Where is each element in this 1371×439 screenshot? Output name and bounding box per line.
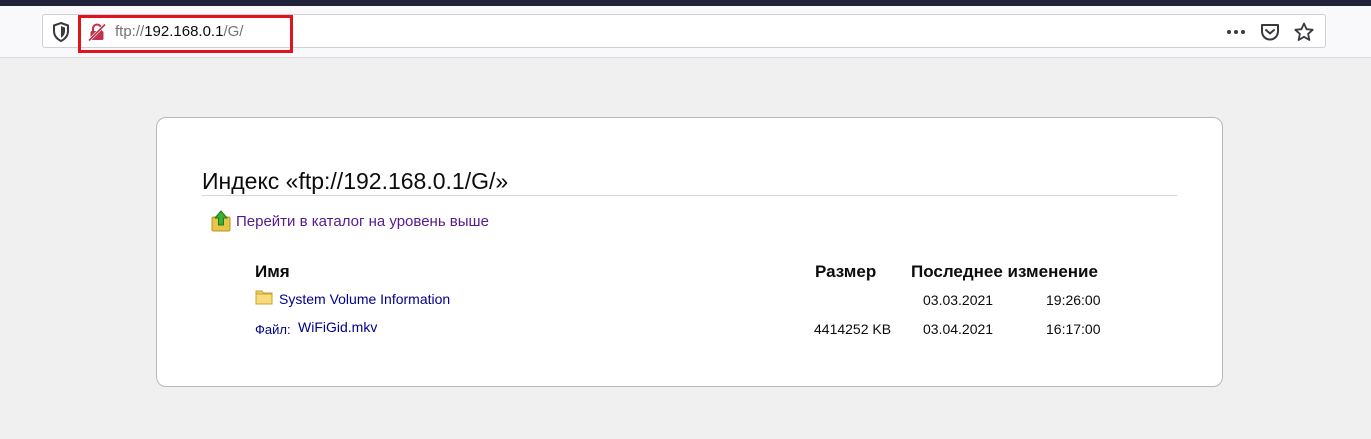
row-date: 03.03.2021 (923, 292, 994, 308)
title-divider (202, 195, 1177, 196)
url-host: 192.168.0.1 (144, 23, 224, 40)
row-file-prefix: Файл: (255, 322, 291, 337)
page-title: Индекс «ftp://192.168.0.1/G/» (202, 168, 509, 194)
row-name-link[interactable]: System Volume Information (279, 291, 450, 307)
column-header-name[interactable]: Имя (255, 262, 290, 282)
row-date: 03.04.2021 (923, 321, 994, 337)
row-size: 4414252 KB (814, 321, 892, 337)
up-directory-icon (211, 210, 231, 232)
tracking-protection-shield-icon[interactable] (52, 21, 70, 43)
folder-icon (255, 288, 273, 306)
pocket-icon[interactable] (1259, 21, 1281, 43)
directory-listing-card: Индекс «ftp://192.168.0.1/G/» Перейти в … (156, 117, 1223, 387)
insecure-lock-icon[interactable] (87, 22, 107, 42)
url-scheme: ftp:// (115, 23, 145, 40)
address-bar[interactable]: ftp://192.168.0.1/G/ (42, 14, 1326, 53)
parent-directory-label: Перейти в каталог на уровень выше (236, 213, 489, 230)
browser-toolbar: ftp://192.168.0.1/G/ (0, 6, 1371, 58)
row-name-link[interactable]: WiFiGid.mkv (298, 319, 377, 335)
page-actions-menu-icon[interactable] (1225, 21, 1247, 43)
bookmark-star-icon[interactable] (1293, 21, 1315, 43)
column-header-modified[interactable]: Последнее изменение (911, 262, 1098, 282)
url-path: /G/ (223, 23, 244, 40)
url-text[interactable]: ftp://192.168.0.1/G/ (115, 23, 243, 41)
row-time: 16:17:00 (1046, 321, 1101, 337)
row-time: 19:26:00 (1046, 292, 1101, 308)
column-header-size[interactable]: Размер (815, 262, 876, 282)
